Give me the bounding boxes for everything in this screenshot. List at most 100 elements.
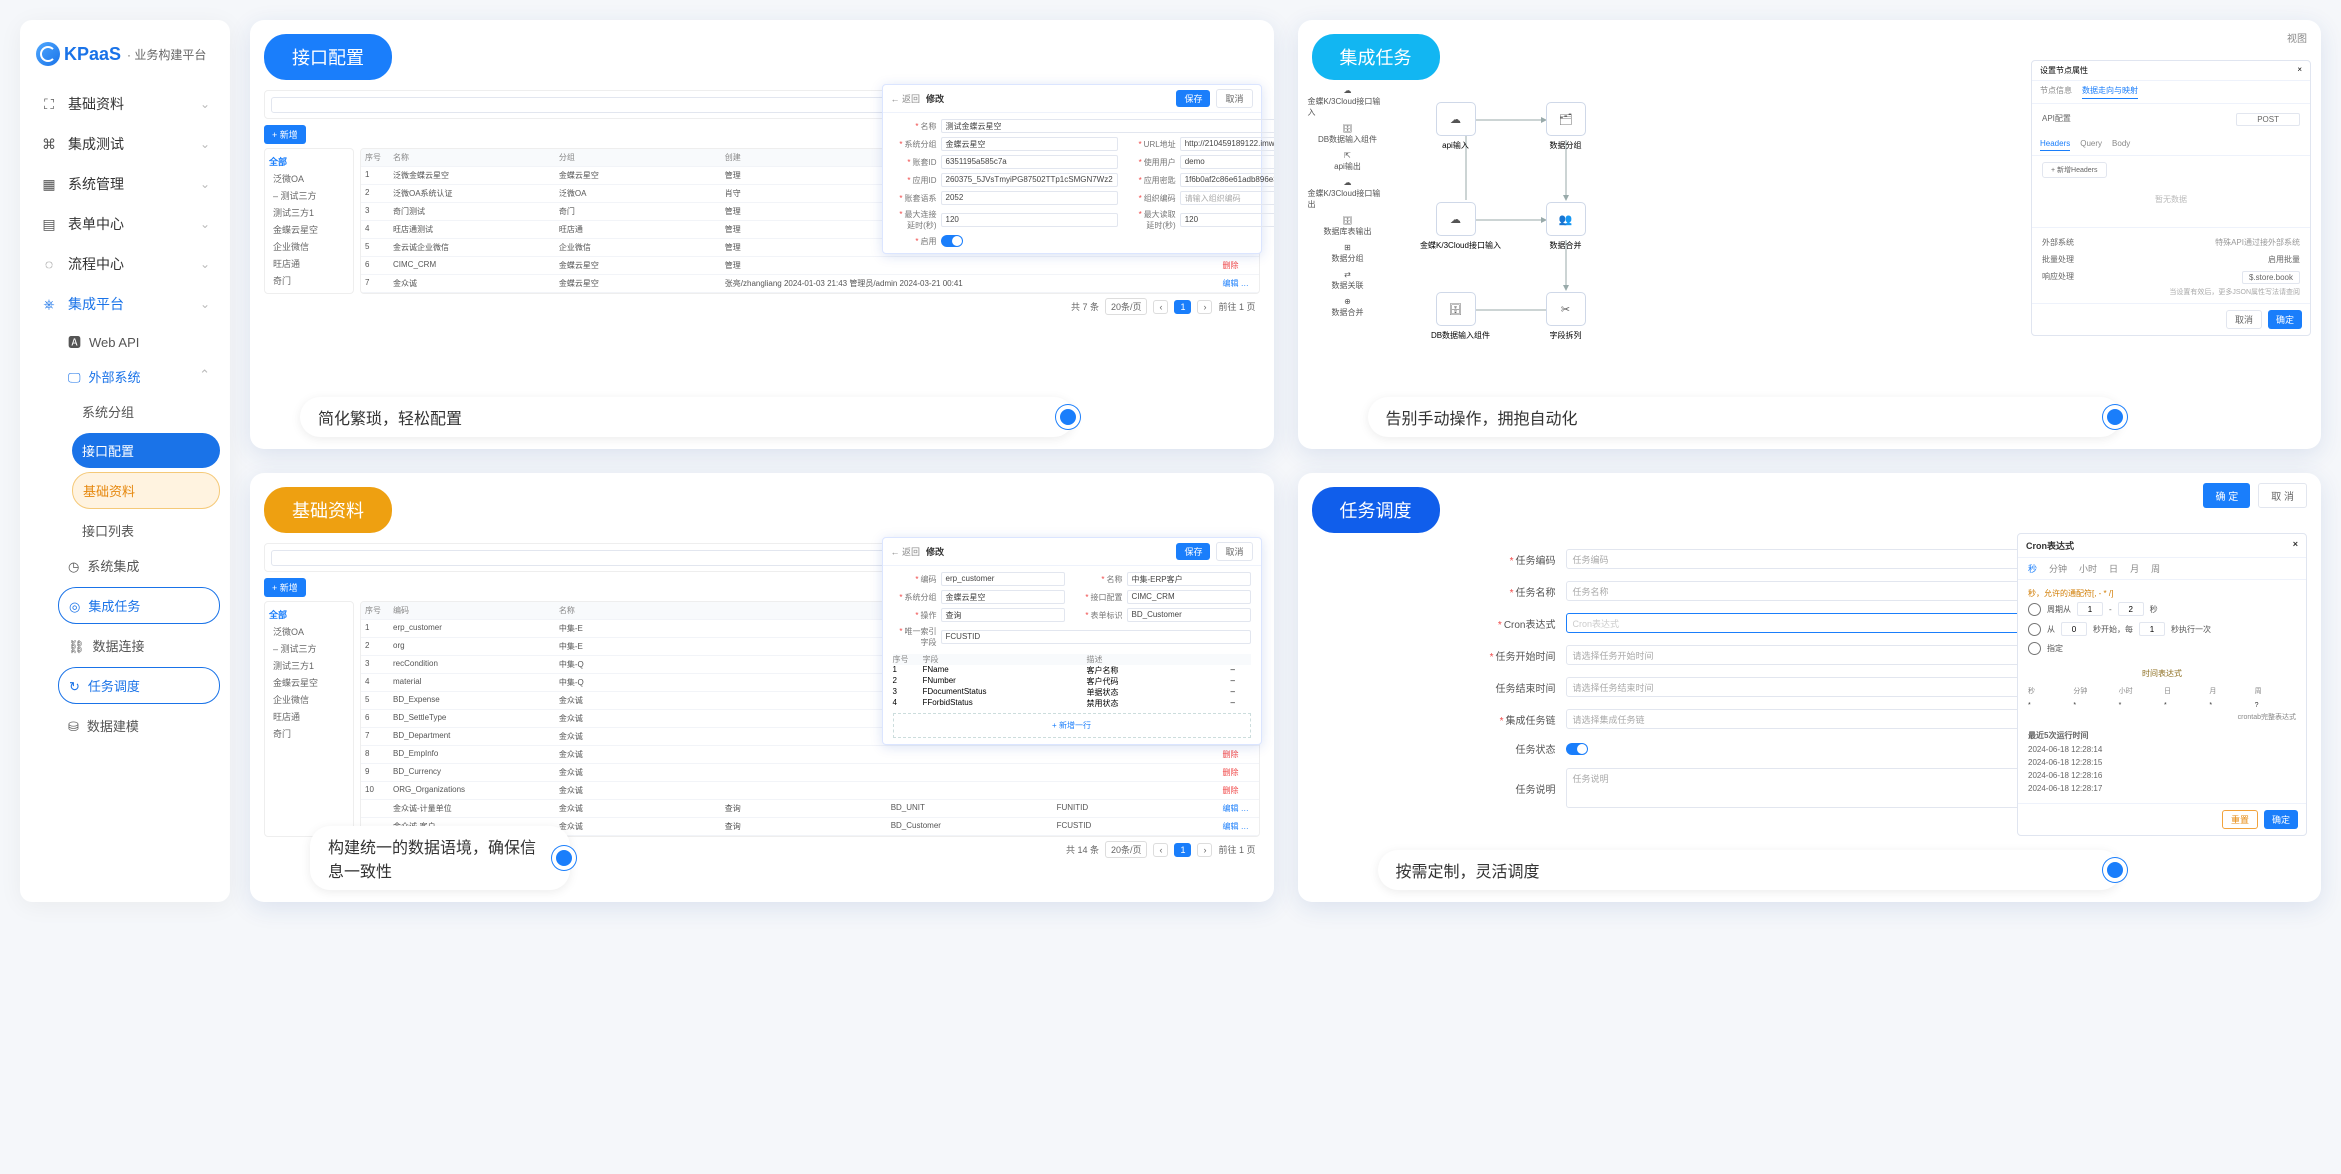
sub-system-integration[interactable]: ◷系统集成 — [58, 548, 220, 583]
ok-button[interactable]: 确定 — [2268, 310, 2302, 329]
palette-item[interactable]: 🗄DB数据输入组件 — [1318, 124, 1377, 145]
tree-item[interactable]: 奇门 — [269, 272, 349, 289]
nav-system-manage[interactable]: ▦ 系统管理⌄ — [30, 164, 220, 204]
palette-item[interactable]: ☁金蝶K/3Cloud接口输出 — [1308, 178, 1388, 210]
tree-item[interactable]: 泛微OA — [269, 170, 349, 187]
nav-form-center[interactable]: ▤ 表单中心⌄ — [30, 204, 220, 244]
cron-tab-sec[interactable]: 秒 — [2028, 562, 2037, 575]
table-row[interactable]: 10ORG_Organizations金众诚删除 — [361, 782, 1259, 800]
cron-input[interactable]: Cron表达式 — [1566, 613, 2024, 633]
chain-select[interactable]: 请选择集成任务链 — [1566, 709, 2024, 729]
flow-node[interactable]: ✂ — [1546, 292, 1586, 326]
tree-root[interactable]: 全部 — [269, 153, 349, 170]
url-input[interactable]: http://210459189122.imwork.net.K3CLOUD/ — [1180, 137, 1274, 151]
resp-input[interactable]: $.store.book — [2242, 271, 2300, 284]
flow-node[interactable]: ☁ — [1436, 202, 1476, 236]
tab-node-info[interactable]: 节点信息 — [2040, 85, 2072, 99]
flow-node[interactable]: 👥 — [1546, 202, 1586, 236]
cancel-button[interactable]: 取消 — [1216, 542, 1252, 561]
sub-integration-task[interactable]: ◎集成任务 — [58, 587, 220, 624]
tree-root[interactable]: 全部 — [269, 606, 349, 623]
flow-node[interactable]: 🗄 — [1436, 292, 1476, 326]
cron-reset-button[interactable]: 重置 — [2222, 810, 2258, 829]
confirm-button[interactable]: 确 定 — [2203, 483, 2250, 508]
cron-radio-range[interactable] — [2028, 603, 2041, 616]
cron-tab-month[interactable]: 月 — [2130, 562, 2139, 575]
lang-input[interactable]: 2052 — [941, 191, 1118, 205]
page-size-select[interactable]: 20条/页 — [1105, 298, 1148, 315]
cron-ok-button[interactable]: 确定 — [2264, 810, 2298, 829]
tree-item[interactable]: 旺店通 — [269, 255, 349, 272]
view-link[interactable]: 视图 — [2287, 30, 2307, 45]
max2-input[interactable]: 120 — [1180, 213, 1274, 227]
flow-node[interactable]: 🗂 — [1546, 102, 1586, 136]
max1-input[interactable]: 120 — [941, 213, 1118, 227]
palette-item[interactable]: ⇄数据关联 — [1332, 270, 1364, 291]
palette-item[interactable]: 🗄数据库表输出 — [1324, 216, 1372, 237]
cron-to-input[interactable] — [2118, 602, 2144, 616]
desc-textarea[interactable]: 任务说明 — [1566, 768, 2024, 808]
status-toggle[interactable] — [1566, 743, 1588, 755]
app-input[interactable]: 260375_5JVsTmyiPG87502TTp1cSMGN7Wz2 — [941, 173, 1118, 187]
nav-flow-center[interactable]: ◌ 流程中心⌄ — [30, 244, 220, 284]
cron-tab-week[interactable]: 周 — [2151, 562, 2160, 575]
add-row-button[interactable]: + 新增一行 — [893, 713, 1251, 738]
enable-toggle[interactable] — [941, 235, 963, 247]
tree-item[interactable]: 金蝶云星空 — [269, 221, 349, 238]
key-input[interactable]: FCUSTID — [941, 630, 1251, 644]
name-input[interactable]: 测试金蝶云星空 — [941, 119, 1274, 133]
tbl-input[interactable]: BD_Customer — [1127, 608, 1251, 622]
sub-task-schedule[interactable]: ↻任务调度 — [58, 667, 220, 704]
new-button[interactable]: + 新增 — [264, 578, 306, 597]
cancel-button[interactable]: 取 消 — [2258, 483, 2307, 508]
sysgrp-select[interactable]: 金蝶云星空 — [941, 590, 1065, 604]
org-input[interactable]: 请输入组织编码 — [1180, 191, 1274, 205]
page-current[interactable]: 1 — [1174, 300, 1191, 314]
name-input[interactable]: 中集-ERP客户 — [1127, 572, 1251, 586]
page-prev[interactable]: ‹ — [1153, 843, 1168, 857]
tab-query[interactable]: Query — [2080, 139, 2102, 151]
palette-item[interactable]: ⊞数据分组 — [1332, 243, 1364, 264]
page-current[interactable]: 1 — [1174, 843, 1191, 857]
cron-every-input[interactable] — [2139, 622, 2165, 636]
cron-tab-day[interactable]: 日 — [2109, 562, 2118, 575]
sub-web-api[interactable]: 🅰Web API — [58, 324, 220, 359]
sub-data-connection[interactable]: ⛓数据连接 — [58, 628, 220, 663]
palette-item[interactable]: ⊕数据合并 — [1332, 297, 1364, 318]
new-button[interactable]: + 新增 — [264, 125, 306, 144]
tab-headers[interactable]: Headers — [2040, 139, 2070, 151]
back-button[interactable]: ← 返回 — [891, 92, 921, 105]
table-row[interactable]: 金众诚-计量单位金众诚查询BD_UNITFUNITID编辑 删除 — [361, 800, 1259, 818]
back-button[interactable]: ← 返回 — [891, 545, 921, 558]
sub-data-model[interactable]: ⛁数据建模 — [58, 708, 220, 743]
nav-integration-platform[interactable]: ⎈ 集成平台⌄ — [30, 284, 220, 324]
flow-node[interactable]: ☁ — [1436, 102, 1476, 136]
sub-system-group[interactable]: 系统分组 — [72, 394, 220, 429]
cancel-button[interactable]: 取消 — [1216, 89, 1252, 108]
name-input[interactable]: 任务名称 — [1566, 581, 2024, 601]
page-next[interactable]: › — [1197, 300, 1212, 314]
cancel-button[interactable]: 取消 — [2226, 310, 2262, 329]
table-row[interactable]: 9BD_Currency金众诚删除 — [361, 764, 1259, 782]
secret-input[interactable]: 1f6b0af2c86e61adb896e3c06bb04d332 — [1180, 173, 1274, 187]
table-row[interactable]: 6CIMC_CRM金蝶云星空管理删除 — [361, 257, 1259, 275]
nav-basic-data[interactable]: ⛶ 基础资料⌄ — [30, 84, 220, 124]
page-size-select[interactable]: 20条/页 — [1105, 841, 1148, 858]
cron-tab-hour[interactable]: 小时 — [2079, 562, 2097, 575]
table-row[interactable]: 8BD_EmpInfo金众诚删除 — [361, 746, 1259, 764]
close-icon[interactable]: × — [2297, 65, 2302, 76]
sysgrp-select[interactable]: 金蝶云星空 — [941, 137, 1118, 151]
flow-canvas[interactable]: ☁ api输入 🗂 数据分组 ☁ 金蝶K/3Cloud接口输入 👥 数据合并 🗄… — [1416, 90, 2054, 360]
page-next[interactable]: › — [1197, 843, 1212, 857]
method-select[interactable]: POST — [2236, 113, 2300, 126]
tab-body[interactable]: Body — [2112, 139, 2130, 151]
cron-radio-interval[interactable] — [2028, 623, 2041, 636]
user-input[interactable]: demo — [1180, 155, 1274, 169]
save-button[interactable]: 保存 — [1176, 90, 1210, 107]
palette-item[interactable]: ☁金蝶K/3Cloud接口输入 — [1308, 86, 1388, 118]
acct-input[interactable]: 6351195a585c7a — [941, 155, 1118, 169]
op-select[interactable]: 查询 — [941, 608, 1065, 622]
tab-data-mapping[interactable]: 数据走向与映射 — [2082, 85, 2138, 99]
start-input[interactable]: 请选择任务开始时间 — [1566, 645, 2024, 665]
palette-item[interactable]: ⇱api输出 — [1334, 151, 1361, 172]
